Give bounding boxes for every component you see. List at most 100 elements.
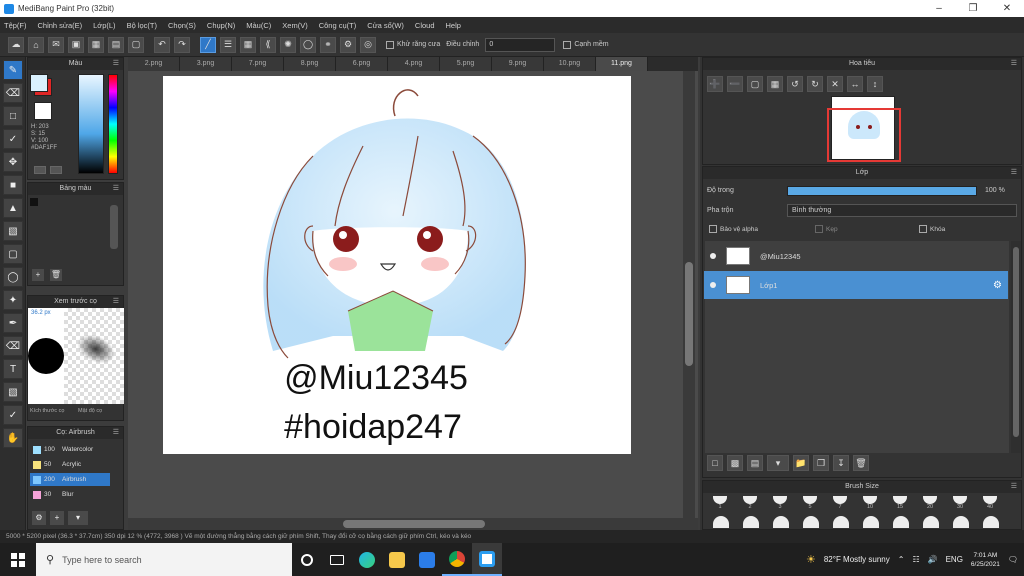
merge-down-icon[interactable]: ↧ bbox=[833, 455, 849, 471]
redo-icon[interactable]: ↷ bbox=[174, 36, 190, 53]
tray-chevron-icon[interactable]: ⌃ bbox=[898, 555, 905, 564]
eyedropper-tool-icon[interactable]: ✓ bbox=[3, 405, 23, 425]
cortana-icon[interactable] bbox=[292, 543, 322, 576]
move-tool-icon[interactable]: ✥ bbox=[3, 152, 23, 172]
tab-7[interactable]: 9.png bbox=[492, 57, 544, 71]
weather-text[interactable]: 82°F Mostly sunny bbox=[824, 555, 890, 564]
brush-size-preset[interactable]: 3 bbox=[767, 496, 793, 512]
text-tool-icon[interactable]: T bbox=[3, 359, 23, 379]
brush-size-dot-large[interactable] bbox=[713, 516, 729, 528]
layer-list-scroll-thumb[interactable] bbox=[1013, 247, 1019, 437]
navigator-viewport-frame[interactable] bbox=[827, 108, 901, 162]
maximize-button[interactable]: ❐ bbox=[956, 0, 990, 17]
select-tool-icon[interactable]: ✓ bbox=[3, 129, 23, 149]
color-swap-button[interactable] bbox=[50, 166, 62, 174]
canvas-paper[interactable]: @Miu12345 #hoidap247 bbox=[163, 76, 631, 454]
bucket-tool-icon[interactable]: ▲ bbox=[3, 198, 23, 218]
notifications-icon[interactable]: 🗨 bbox=[1008, 555, 1018, 564]
dot-tool-icon[interactable]: □ bbox=[3, 106, 23, 126]
snap-off-icon[interactable]: ╱ bbox=[200, 36, 216, 53]
language-indicator[interactable]: ENG bbox=[946, 555, 963, 564]
brush-settings-icon[interactable]: ⚙ bbox=[32, 511, 46, 525]
menu-item-7[interactable]: Xem(V) bbox=[282, 21, 307, 30]
brush-size-preset[interactable]: 5 bbox=[797, 496, 823, 512]
grid-icon[interactable]: ▦ bbox=[88, 36, 104, 53]
delete-layer-icon[interactable]: 🗑 bbox=[853, 455, 869, 471]
select-rect-tool-icon[interactable]: ▢ bbox=[3, 244, 23, 264]
tab-9[interactable]: 11.png bbox=[596, 57, 648, 71]
cloud-icon[interactable]: ☁ bbox=[8, 36, 24, 53]
undo-icon[interactable]: ↶ bbox=[154, 36, 170, 53]
chrome-icon[interactable] bbox=[442, 543, 472, 576]
duplicate-layer-icon[interactable]: ❐ bbox=[813, 455, 829, 471]
reset-rotate-icon[interactable]: ✕ bbox=[827, 76, 843, 92]
task-view-icon[interactable] bbox=[322, 543, 352, 576]
clip-checkbox[interactable] bbox=[815, 225, 823, 233]
layer-settings-icon[interactable]: ⚙ bbox=[993, 280, 1002, 291]
tab-6[interactable]: 5.png bbox=[440, 57, 492, 71]
brush-list-item[interactable]: 30 Blur bbox=[30, 488, 110, 501]
palette-swatch[interactable] bbox=[30, 198, 38, 206]
correction-select[interactable]: 0 bbox=[485, 37, 556, 52]
snap-vanish-icon[interactable]: ⟪ bbox=[260, 36, 276, 53]
flip-v-icon[interactable]: ↕ bbox=[867, 76, 883, 92]
clock[interactable]: 7:01 AM 6/25/2021 bbox=[971, 551, 1000, 569]
menu-item-5[interactable]: Chụp(N) bbox=[207, 21, 235, 30]
target-icon[interactable]: ◎ bbox=[360, 36, 376, 53]
menu-item-10[interactable]: Cloud bbox=[415, 21, 435, 30]
fit-icon[interactable]: ▢ bbox=[747, 76, 763, 92]
close-button[interactable]: ✕ bbox=[990, 0, 1024, 17]
brush-size-dot-large[interactable] bbox=[983, 516, 999, 528]
settings-icon[interactable]: ⚙ bbox=[340, 36, 356, 53]
snap-circle-icon[interactable]: ◯ bbox=[300, 36, 316, 53]
brush-size-preset[interactable]: 15 bbox=[887, 496, 913, 512]
menu-item-0[interactable]: Tệp(F) bbox=[4, 21, 27, 30]
edge-icon[interactable] bbox=[352, 543, 382, 576]
brush-menu-icon[interactable]: ▾ bbox=[68, 511, 88, 525]
brush-size-dot-large[interactable] bbox=[803, 516, 819, 528]
brush-size-dot-large[interactable] bbox=[773, 516, 789, 528]
menu-item-8[interactable]: Công cụ(T) bbox=[319, 21, 357, 30]
home-icon[interactable]: ⌂ bbox=[28, 36, 44, 53]
chat-icon[interactable]: ✉ bbox=[48, 36, 64, 53]
file-explorer-icon[interactable] bbox=[382, 543, 412, 576]
primary-color-swatch[interactable] bbox=[30, 74, 48, 92]
new-layer-icon[interactable]: □ bbox=[707, 455, 723, 471]
zoom-in-icon[interactable]: ➕ bbox=[707, 76, 723, 92]
brush-size-dot-large[interactable] bbox=[743, 516, 759, 528]
menu-item-2[interactable]: Lớp(L) bbox=[93, 21, 115, 30]
new-folder-icon[interactable]: 📁 bbox=[793, 455, 809, 471]
blend-select[interactable]: Bình thường bbox=[787, 204, 1017, 217]
menu-item-3[interactable]: Bộ lọc(T) bbox=[127, 21, 157, 30]
taskbar-search-input[interactable]: ⚲ Type here to search bbox=[36, 543, 292, 576]
tab-8[interactable]: 10.png bbox=[544, 57, 596, 71]
brush-size-preset[interactable]: 10 bbox=[857, 496, 883, 512]
image-icon[interactable]: ▣ bbox=[68, 36, 84, 53]
brush-size-preset[interactable]: 20 bbox=[917, 496, 943, 512]
antialias-checkbox[interactable] bbox=[386, 40, 394, 49]
menu-item-4[interactable]: Chọn(S) bbox=[168, 21, 196, 30]
palette-delete-icon[interactable]: 🗑 bbox=[50, 269, 62, 281]
medibang-taskbar-icon[interactable] bbox=[472, 543, 502, 576]
brush-tool-icon[interactable]: ✎ bbox=[3, 60, 23, 80]
menu-item-9[interactable]: Cửa sổ(W) bbox=[367, 21, 404, 30]
gradient-tool-icon[interactable]: ▧ bbox=[3, 221, 23, 241]
flip-h-icon[interactable]: ↔ bbox=[847, 76, 863, 92]
layer-row[interactable]: @Miu12345 bbox=[704, 242, 1008, 270]
snap-parallel-icon[interactable]: ☰ bbox=[220, 36, 236, 53]
select-eraser-tool-icon[interactable]: ⌫ bbox=[3, 336, 23, 356]
page-icon[interactable]: ▤ bbox=[108, 36, 124, 53]
layer-row[interactable]: Lớp1 ⚙ bbox=[704, 271, 1008, 299]
brush-size-dot-large[interactable] bbox=[923, 516, 939, 528]
color-value-square[interactable] bbox=[78, 74, 104, 174]
brush-size-dot-large[interactable] bbox=[833, 516, 849, 528]
lasso-tool-icon[interactable]: ◯ bbox=[3, 267, 23, 287]
white-swatch[interactable] bbox=[34, 102, 52, 120]
layer-visibility-icon[interactable] bbox=[710, 282, 716, 288]
windows-start-icon[interactable] bbox=[0, 543, 36, 576]
brush-size-dot-large[interactable] bbox=[863, 516, 879, 528]
alpha-lock-checkbox[interactable] bbox=[709, 225, 717, 233]
hand-tool-icon[interactable]: ✋ bbox=[3, 428, 23, 448]
tab-0[interactable]: 2.png bbox=[128, 57, 180, 71]
zoom-out-icon[interactable]: ➖ bbox=[727, 76, 743, 92]
